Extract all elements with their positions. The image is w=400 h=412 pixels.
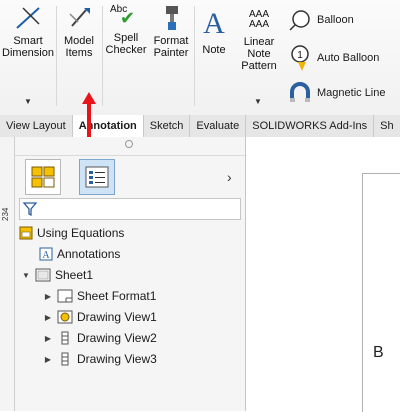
property-list-icon: [85, 166, 109, 188]
sheet-format-icon: [57, 289, 73, 303]
expand-triangle-icon[interactable]: ▶: [43, 292, 53, 301]
spell-checker-button[interactable]: Abc ✔ Spell Checker: [104, 4, 148, 56]
drawing-canvas[interactable]: B: [246, 137, 400, 412]
tree-item-label: Drawing View1: [77, 310, 157, 324]
tree-root-item[interactable]: Using Equations: [19, 226, 124, 240]
paintbrush-icon: [166, 6, 178, 30]
tab-evaluate[interactable]: Evaluate: [190, 115, 247, 137]
balloon-label: Balloon: [317, 14, 354, 26]
tree-item-drawing-view3[interactable]: ▶ Drawing View3: [43, 352, 157, 366]
expand-triangle-icon[interactable]: ▶: [43, 313, 53, 322]
property-manager-tab[interactable]: [79, 159, 115, 195]
tab-view-layout[interactable]: View Layout: [0, 115, 73, 137]
tree-filter[interactable]: [19, 198, 241, 220]
tree-item-label: Annotations: [57, 247, 121, 261]
sheet-icon: [35, 268, 51, 282]
tree-item-drawing-view2[interactable]: ▶ Drawing View2: [43, 331, 157, 345]
separator: [194, 6, 195, 106]
magnetic-line-label: Magnetic Line: [317, 87, 386, 99]
tree-item-label: Sheet1: [55, 268, 94, 282]
expand-triangle-icon[interactable]: ▶: [43, 334, 53, 343]
expand-triangle-icon[interactable]: ▶: [43, 355, 53, 364]
linear-note-pattern-button[interactable]: AAA AAA Linear Note Pattern: [234, 4, 284, 73]
zone-label: B: [373, 344, 384, 361]
linear-note-pattern-dropdown-icon[interactable]: ▼: [254, 97, 262, 106]
feature-manager-panel: › Using Equations A Annotations ▼ Sheet1…: [15, 137, 246, 411]
tab-sheet-truncated[interactable]: Sh: [374, 115, 400, 137]
smart-dimension-dropdown-icon[interactable]: ▼: [24, 97, 32, 106]
drawing-sheet[interactable]: B: [362, 173, 400, 412]
format-painter-label: Format Painter: [153, 35, 189, 59]
note-label: Note: [202, 44, 226, 56]
note-button[interactable]: A Note: [196, 4, 232, 56]
balloon-button[interactable]: Balloon: [288, 8, 354, 32]
linear-note-pattern-icon: AAA AAA: [248, 9, 269, 30]
tree-item-annotations[interactable]: A Annotations: [39, 247, 120, 261]
model-items-button[interactable]: Model Items: [58, 4, 100, 59]
annotations-icon: A: [39, 247, 53, 261]
tree-item-label: Drawing View2: [77, 331, 157, 345]
tree-item-sheet1[interactable]: ▼ Sheet1: [21, 268, 93, 282]
spell-checker-label: Spell Checker: [105, 32, 147, 56]
separator: [102, 6, 103, 106]
command-tab-bar: View Layout Annotation Sketch Evaluate S…: [0, 115, 400, 138]
note-icon: A: [203, 7, 225, 40]
feature-tree-tab[interactable]: [25, 159, 61, 195]
linear-note-pattern-label: Linear Note Pattern: [241, 36, 277, 72]
tree-item-label: Sheet Format1: [77, 289, 157, 303]
filter-icon: [23, 202, 37, 216]
red-arrow-icon: [82, 92, 96, 138]
separator: [56, 6, 57, 106]
tab-sketch[interactable]: Sketch: [144, 115, 191, 137]
command-manager-ribbon: Smart Dimension ▼ Model Items Abc ✔ Spel…: [0, 0, 400, 116]
drawing-document-icon: [19, 226, 33, 240]
auto-balloon-icon: 1: [291, 45, 309, 71]
check-icon: ✔: [120, 8, 136, 28]
magnet-icon: [290, 82, 310, 102]
spell-checker-icon: Abc ✔: [104, 4, 148, 32]
tree-root-label: Using Equations: [37, 226, 125, 240]
auto-balloon-number: 1: [297, 50, 303, 61]
drawing-view-icon: [57, 310, 73, 324]
feature-tree-icon: [31, 166, 55, 188]
model-items-label: Model Items: [64, 35, 94, 59]
svg-text:A: A: [42, 250, 50, 261]
drawing-view-icon: [61, 331, 69, 345]
magnetic-line-button[interactable]: Magnetic Line: [288, 82, 386, 104]
format-painter-button[interactable]: Format Painter: [150, 4, 192, 59]
smart-dimension-label: Smart Dimension: [2, 35, 54, 59]
auto-balloon-button[interactable]: 1 Auto Balloon: [288, 44, 379, 72]
tab-solidworks-add-ins[interactable]: SOLIDWORKS Add-Ins: [246, 115, 375, 137]
collapse-triangle-icon[interactable]: ▼: [21, 271, 31, 280]
panel-grip[interactable]: [15, 137, 245, 156]
balloon-icon: [289, 10, 310, 31]
tree-item-drawing-view1[interactable]: ▶ Drawing View1: [43, 310, 157, 324]
smart-dimension-icon: [16, 7, 40, 29]
smart-dimension-button[interactable]: Smart Dimension: [0, 4, 56, 59]
vertical-ruler: 234: [0, 137, 15, 411]
tree-item-label: Drawing View3: [77, 352, 157, 366]
ruler-number: 234: [1, 207, 10, 221]
model-items-icon: [69, 8, 90, 27]
tree-item-sheet-format1[interactable]: ▶ Sheet Format1: [43, 289, 156, 303]
chevron-right-icon[interactable]: ›: [227, 169, 232, 185]
auto-balloon-label: Auto Balloon: [317, 52, 380, 64]
drawing-view-icon: [61, 352, 69, 366]
